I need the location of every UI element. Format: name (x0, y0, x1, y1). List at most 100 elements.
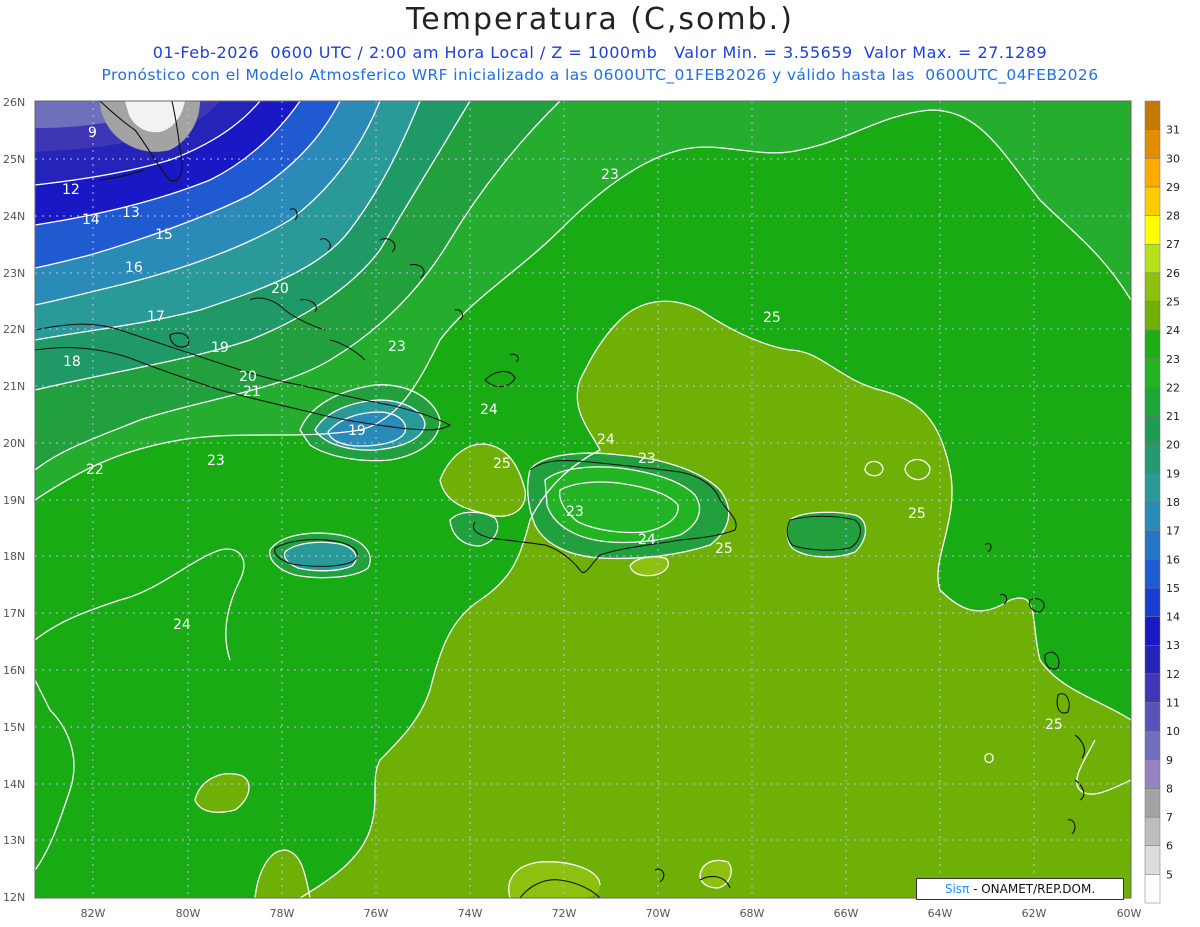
colorbar-label: 27 (1166, 238, 1180, 251)
colorbar-swatch (1144, 186, 1161, 216)
colorbar-label: 31 (1166, 124, 1180, 137)
colorbar-swatch (1144, 644, 1161, 675)
lon-label: 80W (176, 907, 201, 920)
lat-label: 18N (3, 550, 25, 563)
colorbar-label: 15 (1166, 582, 1180, 595)
colorbar-label: 28 (1166, 210, 1180, 223)
lon-label: 72W (552, 907, 577, 920)
colorbar-swatch (1144, 759, 1161, 789)
lat-label: 12N (3, 891, 25, 904)
contour-label: 23 (207, 453, 225, 469)
colorbar-swatch (1144, 272, 1161, 302)
longitude-axis: 82W 80W 78W 76W 74W 72W 70W 68W 66W 64W … (81, 907, 1142, 920)
colorbar-label: 17 (1166, 525, 1180, 538)
colorbar-swatch (1144, 845, 1161, 875)
contour-label: 24 (597, 432, 615, 448)
colorbar-swatch (1144, 243, 1161, 274)
latitude-axis: 26N 25N 24N 23N 22N 21N 20N 19N 18N 17N … (3, 96, 25, 904)
contour-label: 25 (493, 456, 511, 472)
contour-label: 25 (763, 310, 781, 326)
colorbar-label: 12 (1166, 668, 1180, 681)
contour-label: 21 (243, 384, 261, 400)
lat-label: 24N (3, 210, 25, 223)
colorbar: 5 6 7 8 9 10 11 12 13 14 15 16 17 18 19 20 21 22 23 24 25 26 2… (1144, 100, 1180, 904)
colorbar-label: 16 (1166, 553, 1180, 566)
sispi-logo: Sisπ (944, 882, 970, 896)
lat-label: 20N (3, 437, 25, 450)
colorbar-swatch (1144, 301, 1161, 331)
colorbar-label: 10 (1166, 725, 1180, 738)
colorbar-label: 26 (1166, 267, 1180, 280)
colorbar-label: 24 (1166, 324, 1180, 337)
contour-label: 23 (388, 339, 406, 355)
lon-label: 78W (270, 907, 295, 920)
lon-label: 70W (646, 907, 671, 920)
contour-label: 24 (638, 532, 656, 548)
colorbar-swatch (1144, 387, 1161, 417)
contour-label: 24 (480, 402, 498, 418)
lat-label: 15N (3, 721, 25, 734)
colorbar-swatch (1144, 730, 1161, 761)
lat-label: 23N (3, 267, 25, 280)
colorbar-swatch (1144, 329, 1161, 360)
lat-label: 13N (3, 834, 25, 847)
contour-label: 25 (908, 506, 926, 522)
colorbar-swatch (1144, 129, 1161, 159)
contour-label: 20 (271, 281, 289, 297)
contour-label: 22 (86, 462, 104, 478)
lon-label: 62W (1022, 907, 1047, 920)
lat-label: 21N (3, 380, 25, 393)
credit-box: Sisπ - ONAMET/REP.DOM. (916, 878, 1124, 900)
colorbar-label: 18 (1166, 496, 1180, 509)
lon-label: 60W (1117, 907, 1142, 920)
lon-label: 76W (364, 907, 389, 920)
contour-label: 25 (715, 541, 733, 557)
colorbar-label: 5 (1166, 868, 1173, 881)
colorbar-swatch (1144, 530, 1161, 560)
colorbar-swatch (1144, 874, 1161, 904)
colorbar-label: 29 (1166, 181, 1180, 194)
colorbar-swatch (1144, 358, 1161, 388)
colorbar-swatch (1144, 100, 1161, 130)
lat-label: 14N (3, 778, 25, 791)
map-canvas: 9 12 13 14 15 16 17 18 19 20 21 22 23 24… (3, 96, 1180, 920)
contour-label: 9 (88, 125, 97, 141)
lat-label: 26N (3, 96, 25, 109)
lon-label: 66W (834, 907, 859, 920)
colorbar-swatch (1144, 473, 1161, 503)
colorbar-label: 20 (1166, 439, 1180, 452)
colorbar-swatch (1144, 444, 1161, 474)
lat-label: 25N (3, 153, 25, 166)
colorbar-label: 13 (1166, 639, 1180, 652)
lat-label: 22N (3, 323, 25, 336)
colorbar-swatch (1144, 673, 1161, 703)
contour-label: 23 (601, 167, 619, 183)
lon-label: 68W (740, 907, 765, 920)
colorbar-label: 30 (1166, 152, 1180, 165)
colorbar-swatch (1144, 501, 1161, 531)
contour-label: 16 (125, 260, 143, 276)
colorbar-swatch (1144, 788, 1161, 818)
lon-label: 82W (81, 907, 106, 920)
colorbar-label: 23 (1166, 353, 1180, 366)
colorbar-label: 6 (1166, 840, 1173, 853)
credit-text: - ONAMET/REP.DOM. (969, 882, 1096, 896)
lon-label: 64W (928, 907, 953, 920)
colorbar-swatch (1144, 158, 1161, 188)
colorbar-swatch (1144, 702, 1161, 732)
colorbar-label: 21 (1166, 410, 1180, 423)
colorbar-label: 7 (1166, 811, 1173, 824)
lon-label: 74W (458, 907, 483, 920)
contour-label: 23 (566, 504, 584, 520)
lat-label: 17N (3, 607, 25, 620)
colorbar-label: 25 (1166, 296, 1180, 309)
contour-label: 15 (155, 227, 173, 243)
contour-label: 18 (63, 354, 81, 370)
contour-label: 19 (348, 423, 366, 439)
contour-label: 23 (638, 451, 656, 467)
contour-label: 12 (62, 182, 80, 198)
contour-label: 19 (211, 340, 229, 356)
lat-label: 19N (3, 494, 25, 507)
colorbar-swatch (1144, 559, 1161, 589)
colorbar-swatch (1144, 816, 1161, 846)
